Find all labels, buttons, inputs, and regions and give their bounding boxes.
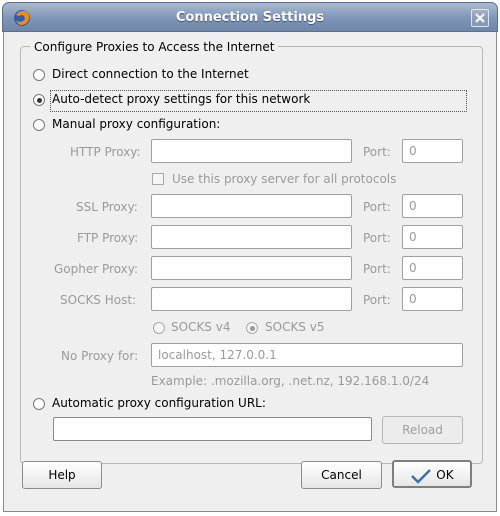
manual-proxy-radio[interactable]: [33, 119, 45, 131]
ok-button-label: OK: [436, 468, 454, 482]
gopher-proxy-label: Gopher Proxy:: [54, 262, 139, 276]
ok-check-icon: [411, 468, 432, 484]
use-same-proxy-checkbox[interactable]: [152, 173, 164, 185]
help-button[interactable]: Help: [22, 461, 102, 489]
ftp-port-label: Port:: [363, 231, 391, 245]
cancel-button[interactable]: Cancel: [301, 461, 382, 489]
auto-detect-label[interactable]: Auto-detect proxy settings for this netw…: [52, 92, 310, 106]
direct-connection-label[interactable]: Direct connection to the Internet: [52, 67, 249, 81]
socks-port-input[interactable]: 0: [402, 287, 463, 311]
manual-proxy-label[interactable]: Manual proxy configuration:: [52, 117, 220, 131]
no-proxy-label: No Proxy for:: [61, 349, 139, 363]
use-same-proxy-label[interactable]: Use this proxy server for all protocols: [172, 172, 396, 186]
http-proxy-input[interactable]: [151, 139, 352, 163]
http-port-label: Port:: [363, 145, 391, 159]
socks-v4-radio[interactable]: [153, 322, 165, 334]
proxy-group-label: Configure Proxies to Access the Internet: [30, 40, 279, 54]
ok-button[interactable]: OK: [392, 460, 472, 488]
close-button[interactable]: [471, 9, 489, 27]
socks-host-label: SOCKS Host:: [60, 293, 137, 307]
title-bar[interactable]: Connection Settings: [2, 2, 498, 32]
socks-v4-label[interactable]: SOCKS v4: [171, 320, 230, 334]
dialog-body: Configure Proxies to Access the Internet…: [3, 32, 497, 512]
socks-host-input[interactable]: [151, 287, 352, 311]
no-proxy-input[interactable]: localhost, 127.0.0.1: [151, 343, 463, 367]
auto-detect-radio[interactable]: [33, 94, 45, 106]
http-port-input[interactable]: 0: [402, 139, 463, 163]
close-icon: [475, 13, 485, 23]
gopher-proxy-input[interactable]: [151, 256, 352, 280]
reload-button[interactable]: Reload: [382, 416, 463, 444]
socks-v5-label[interactable]: SOCKS v5: [265, 320, 324, 334]
auto-config-url-radio[interactable]: [33, 398, 45, 410]
ssl-port-label: Port:: [363, 200, 391, 214]
ftp-proxy-input[interactable]: [151, 225, 352, 249]
socks-port-label: Port:: [363, 293, 391, 307]
ssl-proxy-input[interactable]: [151, 194, 352, 218]
ssl-port-input[interactable]: 0: [402, 194, 463, 218]
ftp-proxy-label: FTP Proxy:: [77, 231, 139, 245]
http-proxy-label: HTTP Proxy:: [70, 145, 141, 159]
auto-config-url-label[interactable]: Automatic proxy configuration URL:: [52, 396, 266, 410]
gopher-port-label: Port:: [363, 262, 391, 276]
ftp-port-input[interactable]: 0: [402, 225, 463, 249]
window-title: Connection Settings: [175, 10, 325, 25]
socks-v5-radio[interactable]: [246, 322, 258, 334]
ssl-proxy-label: SSL Proxy:: [76, 200, 138, 214]
connection-settings-window: Connection Settings Configure Proxies to…: [0, 0, 500, 516]
auto-config-url-input[interactable]: [53, 417, 372, 441]
direct-connection-radio[interactable]: [33, 69, 45, 81]
no-proxy-example: Example: .mozilla.org, .net.nz, 192.168.…: [151, 374, 430, 388]
gopher-port-input[interactable]: 0: [402, 256, 463, 280]
